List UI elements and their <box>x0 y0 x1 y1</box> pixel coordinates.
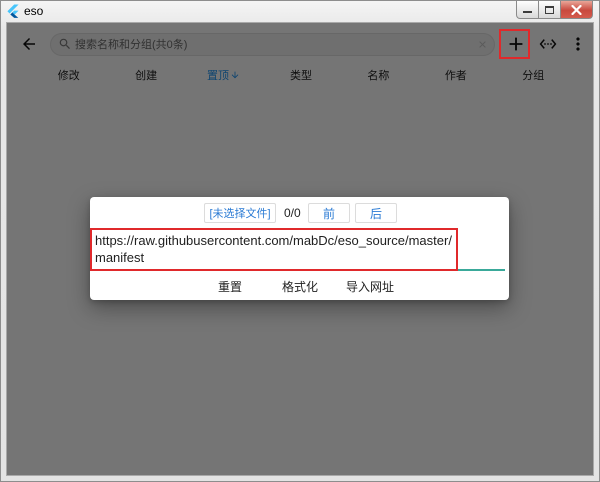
minimize-button[interactable] <box>516 1 539 19</box>
maximize-icon <box>545 5 554 14</box>
match-counter: 0/0 <box>284 206 301 220</box>
choose-file-button[interactable]: [未选择文件] <box>204 203 276 223</box>
minimize-icon <box>523 11 532 13</box>
reset-button[interactable]: 重置 <box>200 275 260 297</box>
input-underline <box>90 269 505 271</box>
close-button[interactable] <box>560 1 593 19</box>
format-button[interactable]: 格式化 <box>270 275 330 297</box>
app-content: 修改 创建 置顶 类型 名称 作者 分组 [未选择文件] 0/0 前 后 htt… <box>7 23 593 475</box>
close-icon <box>571 4 582 15</box>
next-button[interactable]: 后 <box>355 203 397 223</box>
url-input[interactable]: https://raw.githubusercontent.com/mabDc/… <box>95 232 453 266</box>
import-url-button[interactable]: 导入网址 <box>340 275 400 297</box>
maximize-button[interactable] <box>538 1 561 19</box>
flutter-logo-icon <box>7 4 19 18</box>
import-dialog: [未选择文件] 0/0 前 后 https://raw.githubuserco… <box>90 197 509 300</box>
app-window: eso 搜索名称和分组(共0条) [未选择文件] 0/0 前 后 https:/… <box>0 0 600 482</box>
previous-button[interactable]: 前 <box>308 203 350 223</box>
url-field[interactable]: https://raw.githubusercontent.com/mabDc/… <box>90 229 505 271</box>
window-title: eso <box>24 4 44 18</box>
title-bar[interactable]: eso <box>1 1 599 22</box>
